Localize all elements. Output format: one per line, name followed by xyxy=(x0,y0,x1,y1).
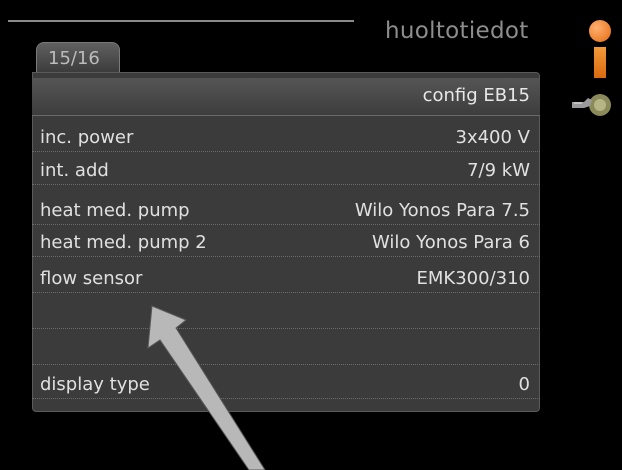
row-label: inc. power xyxy=(40,127,134,148)
row-value: 0 xyxy=(518,374,530,395)
list-item[interactable]: display type 0 xyxy=(32,373,540,399)
list-item[interactable]: flow sensor EMK300/310 xyxy=(32,267,540,293)
section-header: config EB15 xyxy=(32,78,540,116)
row-label: int. add xyxy=(40,160,109,181)
row-value: 3x400 V xyxy=(455,127,531,148)
page-indicator: 15/16 xyxy=(48,48,100,69)
list-item[interactable]: int. add 7/9 kW xyxy=(32,159,540,185)
row-label: heat med. pump xyxy=(40,200,190,221)
list-item[interactable] xyxy=(32,339,540,365)
list-item[interactable]: heat med. pump 2 Wilo Yonos Para 6 xyxy=(32,231,540,257)
row-value: Wilo Yonos Para 7.5 xyxy=(354,200,530,221)
row-value: 7/9 kW xyxy=(467,160,530,181)
list-item[interactable] xyxy=(32,303,540,329)
top-divider xyxy=(8,20,354,22)
row-label: heat med. pump 2 xyxy=(40,232,207,253)
page-tab[interactable]: 15/16 xyxy=(36,42,120,72)
section-title: config EB15 xyxy=(422,85,530,106)
page-title: huoltotiedot xyxy=(385,18,529,44)
info-icon[interactable] xyxy=(589,20,611,78)
wrench-icon[interactable] xyxy=(570,88,614,122)
row-value: EMK300/310 xyxy=(416,268,530,289)
row-value: Wilo Yonos Para 6 xyxy=(372,232,530,253)
row-label: display type xyxy=(40,374,150,395)
list-item[interactable]: heat med. pump Wilo Yonos Para 7.5 xyxy=(32,199,540,225)
list-item[interactable]: inc. power 3x400 V xyxy=(32,126,540,152)
row-label: flow sensor xyxy=(40,268,143,289)
